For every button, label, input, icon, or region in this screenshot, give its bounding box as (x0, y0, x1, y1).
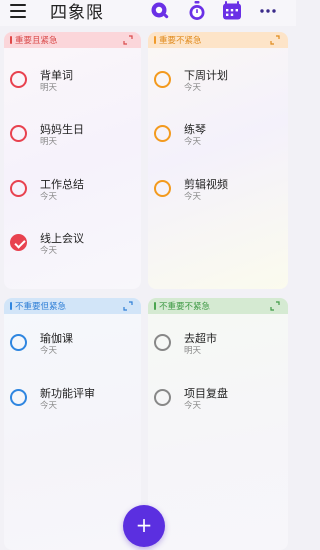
page-title: 四象限 (50, 3, 104, 23)
quadrant-label: 重要不紧急 (159, 36, 202, 46)
expand-icon[interactable] (123, 35, 133, 45)
task-item[interactable]: 练琴 今天 (152, 121, 282, 151)
task-date: 今天 (40, 401, 58, 411)
task-checkbox[interactable] (10, 334, 27, 351)
more-icon[interactable] (258, 1, 278, 21)
task-item[interactable]: 项目复盘 今天 (152, 385, 282, 415)
task-checkbox-checked[interactable] (10, 234, 27, 251)
task-checkbox[interactable] (154, 334, 171, 351)
plus-icon: + (135, 513, 153, 537)
task-item[interactable]: 工作总结 今天 (8, 176, 138, 206)
task-item[interactable]: 剪辑视频 今天 (152, 176, 282, 206)
calendar-icon[interactable] (222, 1, 242, 21)
quadrant-header: 不重要不紧急 (148, 298, 288, 314)
task-item[interactable]: 妈妈生日 明天 (8, 121, 138, 151)
task-date: 明天 (40, 137, 58, 147)
task-checkbox[interactable] (154, 125, 171, 142)
menu-icon[interactable] (10, 4, 26, 18)
quadrant-color-bar (154, 36, 156, 44)
expand-icon[interactable] (270, 35, 280, 45)
task-checkbox[interactable] (154, 71, 171, 88)
task-item[interactable]: 线上会议 今天 (8, 230, 138, 260)
quadrant-color-bar (10, 36, 12, 44)
task-checkbox[interactable] (10, 389, 27, 406)
quadrant-important-not-urgent: 重要不紧急 下周计划 今天 练琴 今天 剪辑视频 今天 (148, 32, 288, 289)
quadrant-urgent-not-important: 不重要但紧急 瑜伽课 今天 新功能评审 今天 (4, 298, 141, 550)
task-checkbox[interactable] (10, 71, 27, 88)
quadrant-header: 重要不紧急 (148, 32, 288, 48)
task-date: 今天 (184, 401, 202, 411)
task-item[interactable]: 下周计划 今天 (152, 67, 282, 97)
task-date: 明天 (40, 83, 58, 93)
top-bar: 四象限 (0, 0, 296, 26)
task-checkbox[interactable] (10, 125, 27, 142)
task-item[interactable]: 去超市 明天 (152, 330, 282, 360)
task-date: 今天 (40, 346, 58, 356)
task-checkbox[interactable] (154, 389, 171, 406)
expand-icon[interactable] (270, 301, 280, 311)
quadrant-label: 重要且紧急 (15, 36, 58, 46)
quadrant-color-bar (154, 302, 156, 310)
task-checkbox[interactable] (10, 180, 27, 197)
task-date: 今天 (184, 137, 202, 147)
add-task-button[interactable]: + (123, 505, 165, 547)
task-date: 今天 (184, 192, 202, 202)
task-checkbox[interactable] (154, 180, 171, 197)
quadrant-label: 不重要不紧急 (159, 302, 211, 312)
task-date: 明天 (184, 346, 202, 356)
timer-icon[interactable] (187, 1, 207, 21)
task-date: 今天 (184, 83, 202, 93)
quadrant-color-bar (10, 302, 12, 310)
task-item[interactable]: 背单词 明天 (8, 67, 138, 97)
search-icon[interactable] (150, 1, 170, 21)
task-date: 今天 (40, 246, 58, 256)
quadrant-header: 重要且紧急 (4, 32, 141, 48)
expand-icon[interactable] (123, 301, 133, 311)
quadrant-not-urgent-not-important: 不重要不紧急 去超市 明天 项目复盘 今天 (148, 298, 288, 550)
quadrant-header: 不重要但紧急 (4, 298, 141, 314)
quadrant-urgent-important: 重要且紧急 背单词 明天 妈妈生日 明天 工作总结 今天 线上会议 今天 (4, 32, 141, 289)
task-date: 今天 (40, 192, 58, 202)
quadrant-label: 不重要但紧急 (15, 302, 67, 312)
task-item[interactable]: 瑜伽课 今天 (8, 330, 138, 360)
task-item[interactable]: 新功能评审 今天 (8, 385, 138, 415)
